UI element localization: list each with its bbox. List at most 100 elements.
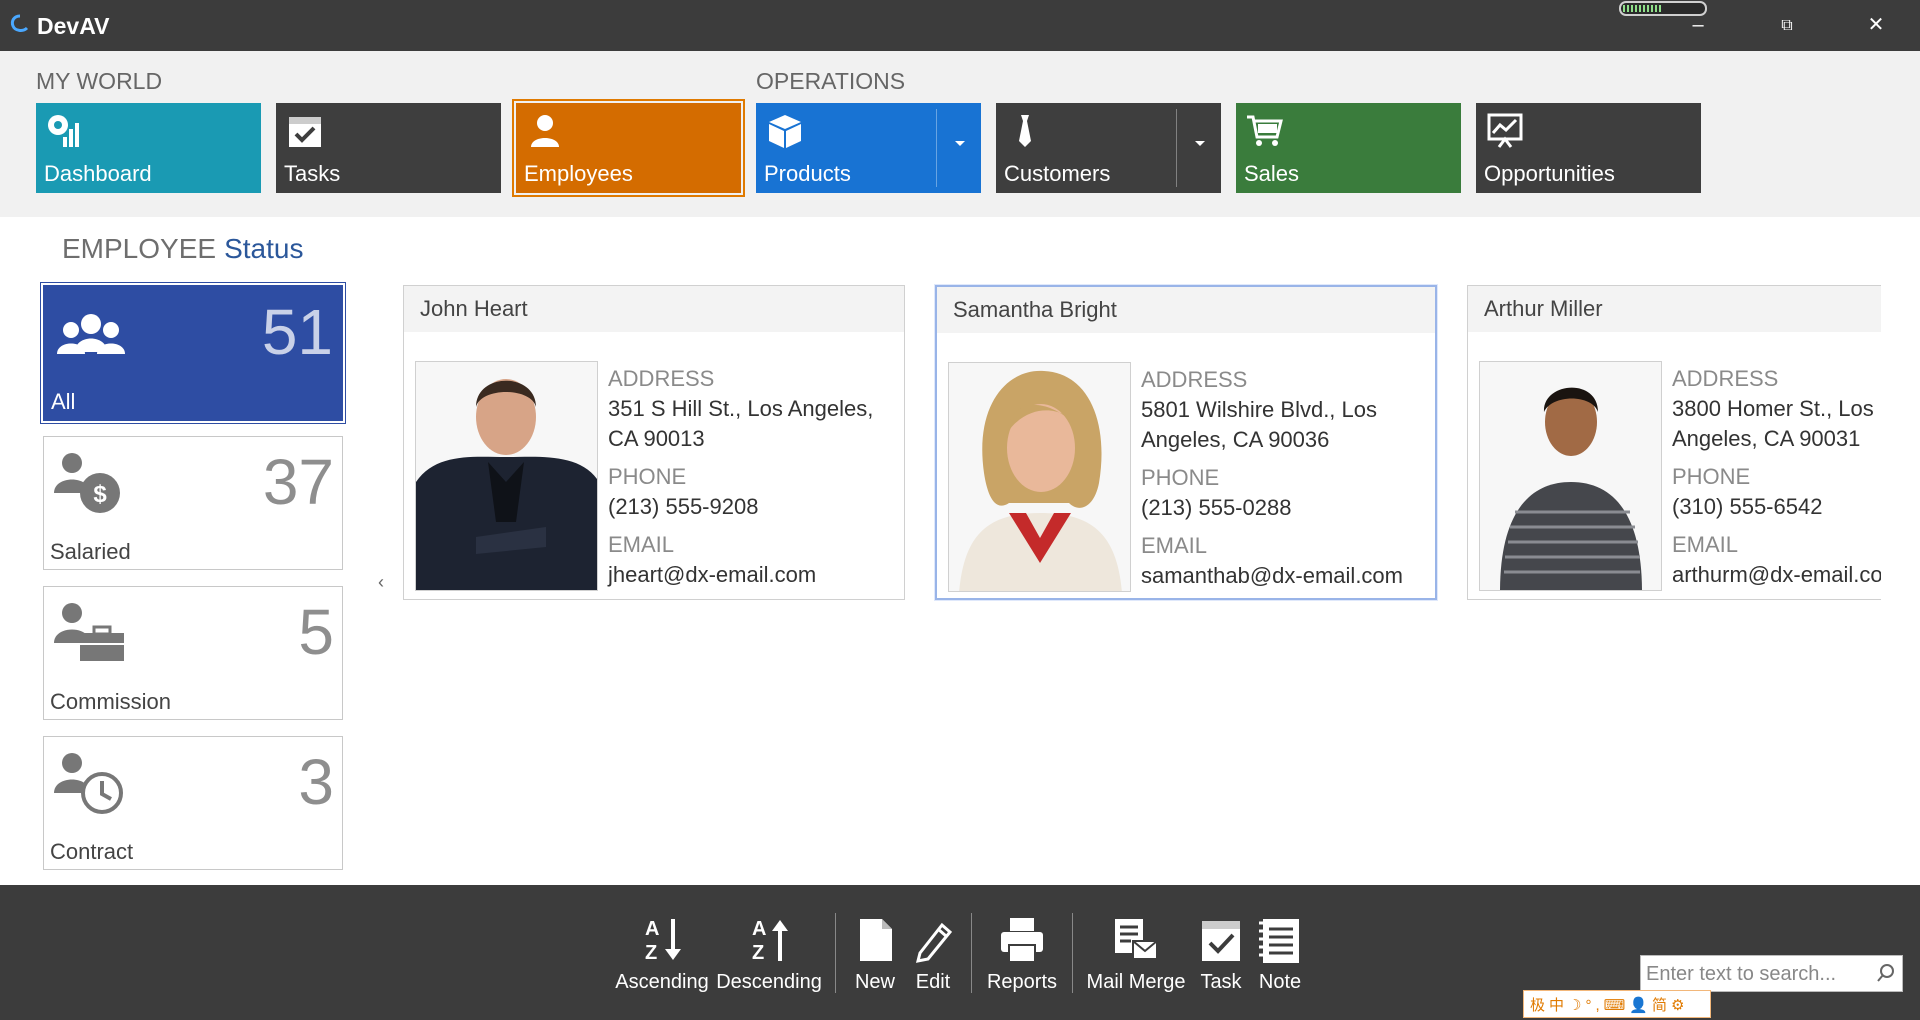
search-icon[interactable] [1876,963,1896,983]
mail-merge-label: Mail Merge [1086,971,1186,993]
tile-customers-label: Customers [1004,161,1111,186]
tile-sales[interactable]: Sales [1236,103,1461,193]
products-dropdown-icon[interactable] [955,141,965,146]
phone-value: (310) 555-6542 [1672,494,1823,519]
person-icon [531,115,559,147]
sort-ascending-icon: A Z [645,918,681,964]
svg-text:Z: Z [752,942,764,964]
prev-page-button[interactable]: ‹ [378,572,384,593]
employee-name: John Heart [404,286,904,332]
tie-icon [1019,115,1031,147]
devav-logo-icon [10,14,29,32]
employee-info: ADDRESS 3800 Homer St., Los Angeles, CA … [1672,364,1881,590]
group-label-operations: OPERATIONS [756,68,906,94]
employee-photo [415,361,598,591]
ascending-label: Ascending [615,971,709,993]
phone-value: (213) 555-0288 [1141,495,1292,520]
tile-products-label: Products [764,161,851,186]
phone-value: (213) 555-9208 [608,494,759,519]
email-value: arthurm@dx-email.com [1672,562,1881,587]
clock-icon [54,753,123,814]
email-value: samanthab@dx-email.com [1141,563,1403,588]
task-label: Task [1200,971,1242,993]
descending-button[interactable]: A Z Descending [716,915,822,994]
status-card-contract[interactable]: 3 Contract [43,736,343,870]
svg-text:A: A [645,918,659,940]
reports-label: Reports [986,971,1058,993]
tile-employees-label: Employees [524,161,633,186]
status-card-all[interactable]: 51 All [40,282,346,424]
employee-card[interactable]: Samantha Bright ADDRESS 5801 Wilshire Bl… [935,285,1437,600]
box-icon [769,115,801,148]
ime-toolbar[interactable]: 极中☽°,⌨👤简⚙ [1523,990,1711,1018]
tile-employees[interactable]: Employees [512,99,745,197]
tile-tasks[interactable]: Tasks [276,103,501,193]
status-count-all: 51 [261,296,333,368]
calendar-check-icon [289,117,321,147]
app-title: DevAV [37,13,110,39]
employee-photo [948,362,1131,592]
new-document-icon [860,919,892,961]
page-title-employee: EMPLOYEE [62,233,217,264]
close-button[interactable]: ✕ [1846,0,1906,51]
maximize-button[interactable]: ⧉ [1757,0,1817,51]
mail-merge-button[interactable]: Mail Merge [1083,915,1189,994]
status-card-salaried[interactable]: $ 37 Salaried [43,436,343,570]
status-count-contract: 3 [298,746,334,818]
status-card-commission[interactable]: 5 Commission [43,586,343,720]
edit-button[interactable]: Edit [908,915,958,994]
employee-card[interactable]: John Heart ADDRESS 351 S Hill St., Los A… [403,285,905,600]
group-icon [57,314,125,354]
salaried-icon: $ [54,453,120,513]
tile-customers[interactable]: Customers [996,103,1221,193]
status-label-commission: Commission [50,689,172,714]
phone-label: PHONE [608,464,687,489]
tile-dashboard[interactable]: Dashboard [36,103,261,193]
sort-descending-icon: A Z [752,918,788,964]
reports-button[interactable]: Reports [984,915,1060,994]
address-value: 351 S Hill St., Los Angeles, CA 90013 [608,396,874,451]
group-label-my-world: MY WORLD [36,68,163,94]
search-box[interactable]: Enter text to search... [1640,955,1903,992]
customers-dropdown-icon[interactable] [1195,141,1205,146]
new-label: New [854,971,895,993]
employee-name: Samantha Bright [937,287,1435,333]
employee-info: ADDRESS 5801 Wilshire Blvd., Los Angeles… [1141,365,1435,591]
search-input[interactable]: Enter text to search... [1646,963,1836,986]
cart-icon [1247,115,1283,146]
email-label: EMAIL [608,532,675,557]
tile-tasks-label: Tasks [284,161,341,186]
title-bar: DevAV – ⧉ ✕ [0,0,1920,51]
status-label-contract: Contract [50,839,134,864]
tile-products[interactable]: Products [756,103,981,193]
svg-text:A: A [752,918,766,940]
edit-pencil-icon [915,922,953,963]
note-button[interactable]: Note [1253,915,1307,994]
svg-text:Z: Z [645,942,657,964]
tile-dashboard-label: Dashboard [44,161,152,186]
tile-opportunities[interactable]: Opportunities [1476,103,1701,193]
employee-photo [1479,361,1662,591]
status-count-salaried: 37 [262,446,334,518]
minimize-button[interactable]: – [1668,0,1728,51]
note-icon [1259,919,1299,963]
task-button[interactable]: Task [1196,915,1246,994]
address-label: ADDRESS [1672,366,1779,391]
address-value: 3800 Homer St., Los Angeles, CA 90031 [1672,396,1874,451]
employee-card[interactable]: Arthur Miller ADDRESS 3800 Homer St., Lo… [1467,285,1881,600]
status-label-all: All [51,389,76,414]
presentation-icon [1487,113,1523,148]
phone-label: PHONE [1672,464,1751,489]
status-count-commission: 5 [298,596,334,668]
phone-label: PHONE [1141,465,1220,490]
tile-sales-label: Sales [1244,161,1300,186]
navigation-ribbon: MY WORLD OPERATIONS Dashboard Tasks Empl… [0,51,1920,217]
svg-text:$: $ [93,481,107,508]
new-button[interactable]: New [850,915,900,994]
dashboard-icon [48,115,79,147]
employee-name: Arthur Miller [1468,286,1881,332]
printer-icon [1001,918,1043,963]
ascending-button[interactable]: A Z Ascending [614,915,710,994]
page-title: EMPLOYEE Status [62,233,303,265]
task-check-icon [1202,921,1240,961]
